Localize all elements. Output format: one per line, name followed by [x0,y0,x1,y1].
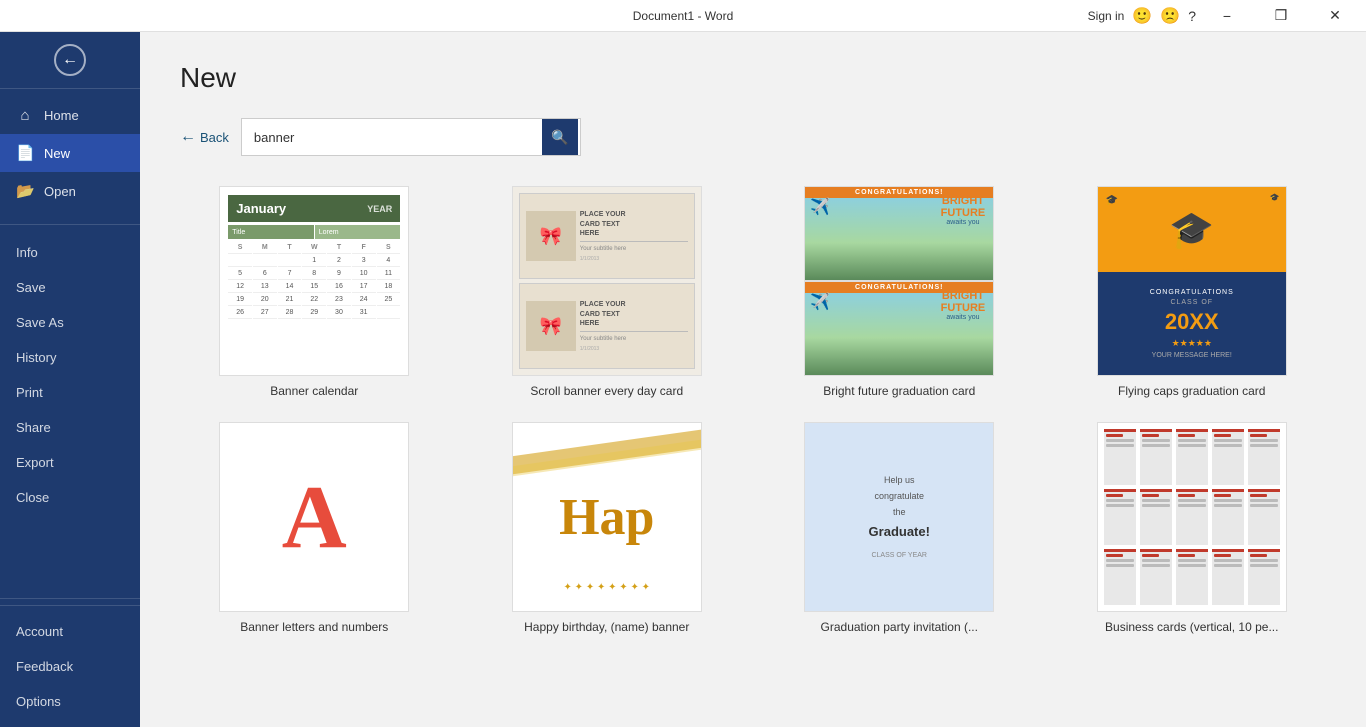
sidebar-item-save[interactable]: Save [0,270,140,305]
search-input[interactable] [242,122,542,153]
page-title: New [180,62,1326,94]
template-item-bright-future[interactable]: CONGRATULATIONS! BRIGHTFUTURE awaits you… [765,186,1034,398]
back-arrow-icon: ← [62,51,78,69]
sidebar-divider-2 [0,598,140,599]
template-label-bright-future: Bright future graduation card [823,384,975,398]
template-item-scroll-banner[interactable]: 🎀 PLACE YOURCARD TEXTHERE Your subtitle … [473,186,742,398]
maximize-button[interactable]: ❒ [1258,0,1304,32]
template-label-banner-calendar: Banner calendar [270,384,358,398]
sidebar-item-new[interactable]: 📄 New [0,134,140,172]
home-icon: ⌂ [16,107,34,124]
sidebar-item-share[interactable]: Share [0,410,140,445]
template-thumb-graduation-party: Help us congratulate the Graduate! CLASS… [804,422,994,612]
template-thumb-happy-birthday: Hap ✦ ✦ ✦ ✦ ✦ ✦ ✦ ✦ [512,422,702,612]
sidebar-new-label: New [44,146,70,161]
search-icon: 🔍 [551,129,568,146]
template-label-banner-letters: Banner letters and numbers [240,620,388,634]
template-thumb-bright-future: CONGRATULATIONS! BRIGHTFUTURE awaits you… [804,186,994,376]
template-item-happy-birthday[interactable]: Hap ✦ ✦ ✦ ✦ ✦ ✦ ✦ ✦ Happy birthday, (nam… [473,422,742,634]
back-navigation-button[interactable]: ← [54,44,86,76]
template-item-flying-caps[interactable]: 🎓 🎓 🎓 CONGRATULATIONS Class of 20XX ★★★★… [1058,186,1327,398]
sidebar: ← ⌂ Home 📄 New 📂 Open Info Save Save As … [0,32,140,727]
template-thumb-banner-letters: A [219,422,409,612]
sidebar-item-print[interactable]: Print [0,375,140,410]
main-content: New ← Back 🔍 January [140,32,1366,727]
sidebar-item-open[interactable]: 📂 Open [0,172,140,210]
sidebar-top: ← [0,32,140,89]
app-body: ← ⌂ Home 📄 New 📂 Open Info Save Save As … [0,32,1366,727]
sidebar-item-export[interactable]: Export [0,445,140,480]
sidebar-item-feedback[interactable]: Feedback [0,649,140,684]
sad-icon[interactable]: 🙁 [1160,6,1180,26]
sidebar-item-info[interactable]: Info [0,235,140,270]
template-thumb-flying-caps: 🎓 🎓 🎓 CONGRATULATIONS Class of 20XX ★★★★… [1097,186,1287,376]
sidebar-divider-1 [0,224,140,225]
search-box: 🔍 [241,118,581,156]
titlebar: Document1 - Word Sign in 🙂 🙁 ? − ❒ ✕ [0,0,1366,32]
search-area: ← Back 🔍 [180,118,1326,156]
close-button[interactable]: ✕ [1312,0,1358,32]
template-label-flying-caps: Flying caps graduation card [1118,384,1265,398]
sidebar-middle: Info Save Save As History Print Share Ex… [0,231,140,592]
sidebar-item-close[interactable]: Close [0,480,140,515]
help-icon[interactable]: ? [1188,8,1196,24]
sidebar-item-options[interactable]: Options [0,684,140,719]
template-item-banner-calendar[interactable]: January YEAR Title Lorem SMT [180,186,449,398]
template-item-banner-letters[interactable]: A Banner letters and numbers [180,422,449,634]
new-document-icon: 📄 [16,144,34,162]
signin-link[interactable]: Sign in [1088,9,1125,23]
template-label-happy-birthday: Happy birthday, (name) banner [524,620,689,634]
back-link[interactable]: ← Back [180,128,229,146]
template-thumb-scroll-banner: 🎀 PLACE YOURCARD TEXTHERE Your subtitle … [512,186,702,376]
sidebar-open-label: Open [44,184,76,199]
sidebar-bottom: Account Feedback Options [0,605,140,727]
minimize-button[interactable]: − [1204,0,1250,32]
titlebar-title: Document1 - Word [633,9,733,23]
templates-grid: January YEAR Title Lorem SMT [180,186,1326,634]
template-label-business-cards: Business cards (vertical, 10 pe... [1105,620,1278,634]
sidebar-item-home[interactable]: ⌂ Home [0,97,140,134]
template-thumb-banner-calendar: January YEAR Title Lorem SMT [219,186,409,376]
sidebar-nav-top: ⌂ Home 📄 New 📂 Open [0,89,140,218]
letter-a-display: A [282,466,347,569]
sidebar-item-history[interactable]: History [0,340,140,375]
template-item-business-cards[interactable]: Business cards (vertical, 10 pe... [1058,422,1327,634]
sidebar-item-save-as[interactable]: Save As [0,305,140,340]
back-link-label: Back [200,130,229,145]
open-folder-icon: 📂 [16,182,34,200]
template-label-graduation-party: Graduation party invitation (... [821,620,978,634]
sidebar-item-account[interactable]: Account [0,614,140,649]
template-thumb-business-cards [1097,422,1287,612]
back-arrow-icon: ← [180,128,196,146]
search-button[interactable]: 🔍 [542,119,578,155]
template-label-scroll-banner: Scroll banner every day card [530,384,683,398]
smiley-icon[interactable]: 🙂 [1132,6,1152,26]
template-item-graduation-party[interactable]: Help us congratulate the Graduate! CLASS… [765,422,1034,634]
sidebar-home-label: Home [44,108,79,123]
